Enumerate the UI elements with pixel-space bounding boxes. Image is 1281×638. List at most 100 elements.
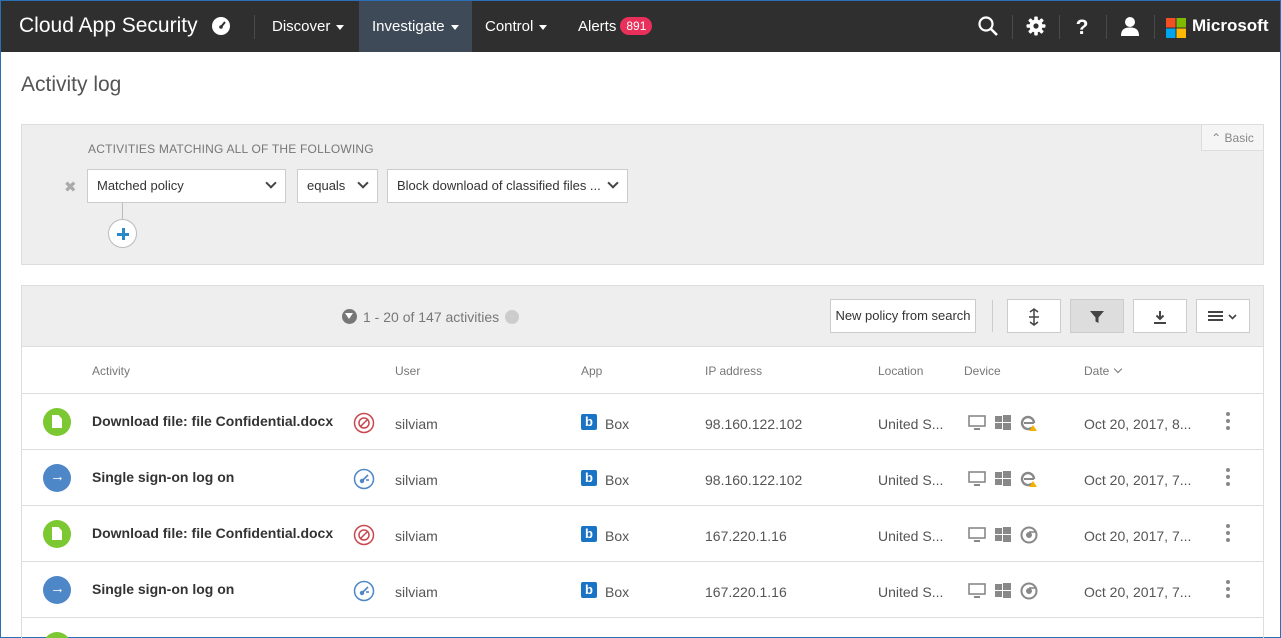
session-icon <box>353 580 375 602</box>
download-file-icon <box>43 632 71 638</box>
col-app[interactable]: App <box>581 364 602 378</box>
nav-control[interactable]: Control <box>472 1 560 52</box>
box-app-icon: b <box>581 414 597 430</box>
col-device[interactable]: Device <box>964 364 1001 378</box>
ip-cell[interactable]: 167.220.1.16 <box>705 528 787 544</box>
app-cell[interactable]: Box <box>605 472 629 488</box>
date-cell: Oct 20, 2017, 7... <box>1084 528 1192 544</box>
chevrons-up-icon: ⌃ <box>1211 131 1225 145</box>
nav-divider <box>1012 15 1013 39</box>
search-icon[interactable] <box>977 15 999 37</box>
new-policy-button[interactable]: New policy from search <box>830 299 976 333</box>
remove-filter-icon[interactable]: ✖ <box>64 178 77 196</box>
table-row[interactable]: Single sign-on log on silviam b Box 98.1… <box>22 450 1263 506</box>
add-filter-button[interactable] <box>108 219 137 248</box>
new-policy-label: New policy from search <box>835 308 971 323</box>
filter-value-text: Block download of classified files ... <box>397 178 601 193</box>
filter-operator-value: equals <box>307 178 346 193</box>
activity-text[interactable]: Download file: file Confidential.docx <box>92 413 333 429</box>
desktop-icon <box>968 583 986 598</box>
filter-value-select[interactable]: Block download of classified files ... <box>387 169 628 203</box>
columns-menu-button[interactable] <box>1196 299 1250 333</box>
filter-operator-select[interactable]: equals <box>297 169 378 203</box>
user-cell[interactable]: silviam <box>395 584 438 600</box>
user-icon[interactable] <box>1119 15 1141 37</box>
info-icon[interactable] <box>505 310 520 324</box>
desktop-icon <box>968 527 986 542</box>
table-row[interactable]: Download file: file Confidential.docx si… <box>22 506 1263 562</box>
date-cell: Oct 20, 2017, 7... <box>1084 472 1192 488</box>
activity-text[interactable]: Single sign-on log on <box>92 469 234 485</box>
ip-cell[interactable]: 98.160.122.102 <box>705 472 802 488</box>
windows-icon <box>995 527 1011 542</box>
filter-field-value: Matched policy <box>97 178 184 193</box>
activity-count-label: 1 - 20 of 147 activities <box>363 309 500 325</box>
app-cell[interactable]: Box <box>605 416 629 432</box>
date-cell: Oct 20, 2017, 7... <box>1084 584 1192 600</box>
row-menu-icon[interactable] <box>1226 468 1230 486</box>
location-cell: United S... <box>878 472 944 488</box>
user-cell[interactable]: silviam <box>395 416 438 432</box>
filter-field-select[interactable]: Matched policy <box>87 169 286 203</box>
export-button[interactable] <box>1133 299 1187 333</box>
user-cell[interactable]: silviam <box>395 472 438 488</box>
filter-toggle-button[interactable] <box>1070 299 1124 333</box>
nav-alerts[interactable]: Alerts 891 <box>565 1 665 52</box>
ip-cell[interactable]: 98.160.122.102 <box>705 416 802 432</box>
filter-icon <box>342 309 357 324</box>
chrome-icon <box>1020 582 1038 600</box>
table-header: Activity User App IP address Location De… <box>22 348 1263 394</box>
microsoft-logo-icon[interactable] <box>1166 18 1186 38</box>
user-cell[interactable]: silviam <box>395 528 438 544</box>
app-cell[interactable]: Box <box>605 528 629 544</box>
app-title[interactable]: Cloud App Security <box>19 14 198 38</box>
row-menu-icon[interactable] <box>1226 580 1230 598</box>
col-ip[interactable]: IP address <box>705 364 762 378</box>
list-icon <box>1208 310 1237 321</box>
box-app-icon: b <box>581 582 597 598</box>
col-user[interactable]: User <box>395 364 420 378</box>
col-activity[interactable]: Activity <box>92 364 130 378</box>
table-row[interactable]: Download file: file Confidential.docx si… <box>22 394 1263 450</box>
chevron-down-icon <box>357 177 369 189</box>
results-panel: 1 - 20 of 147 activities New policy from… <box>21 285 1264 638</box>
desktop-icon <box>968 415 986 430</box>
sign-in-icon <box>43 576 71 604</box>
sort-desc-icon <box>1114 364 1123 374</box>
gear-icon[interactable] <box>1025 15 1047 37</box>
ip-cell[interactable]: 167.220.1.16 <box>705 584 787 600</box>
row-menu-icon[interactable] <box>1226 524 1230 542</box>
svg-text:?: ? <box>1076 16 1089 37</box>
nav-divider <box>1059 15 1060 39</box>
activity-text[interactable]: Single sign-on log on <box>92 581 234 597</box>
chevron-down-icon <box>450 24 459 30</box>
nav-discover-label: Discover <box>272 18 331 35</box>
nav-discover[interactable]: Discover <box>259 1 357 52</box>
results-toolbar: 1 - 20 of 147 activities New policy from… <box>22 286 1263 347</box>
expand-icon <box>1029 307 1039 326</box>
filter-connector <box>122 203 123 219</box>
expand-rows-button[interactable] <box>1007 299 1061 333</box>
chevron-down-icon <box>539 24 548 30</box>
chevron-down-icon <box>336 24 345 30</box>
basic-toggle-button[interactable]: ⌃ Basic <box>1201 125 1263 151</box>
col-location[interactable]: Location <box>878 364 923 378</box>
col-date[interactable]: Date <box>1084 364 1123 378</box>
dashboard-icon[interactable] <box>211 16 231 36</box>
sign-in-icon <box>43 464 71 492</box>
help-icon[interactable]: ? <box>1071 15 1093 37</box>
table-row[interactable]: Single sign-on log on silviam b Box 167.… <box>22 562 1263 618</box>
row-menu-icon[interactable] <box>1226 412 1230 430</box>
nav-divider <box>1154 15 1155 39</box>
filter-panel: ACTIVITIES MATCHING ALL OF THE FOLLOWING… <box>21 124 1264 265</box>
location-cell: United S... <box>878 584 944 600</box>
block-icon <box>353 524 375 546</box>
nav-investigate[interactable]: Investigate <box>359 1 472 52</box>
box-app-icon: b <box>581 526 597 542</box>
activity-text[interactable]: Download file: file Confidential.docx <box>92 525 333 541</box>
microsoft-brand[interactable]: Microsoft <box>1192 16 1269 36</box>
funnel-icon <box>1090 310 1104 323</box>
app-cell[interactable]: Box <box>605 584 629 600</box>
table-row[interactable] <box>22 618 1263 638</box>
activity-count: 1 - 20 of 147 activities <box>342 309 520 325</box>
